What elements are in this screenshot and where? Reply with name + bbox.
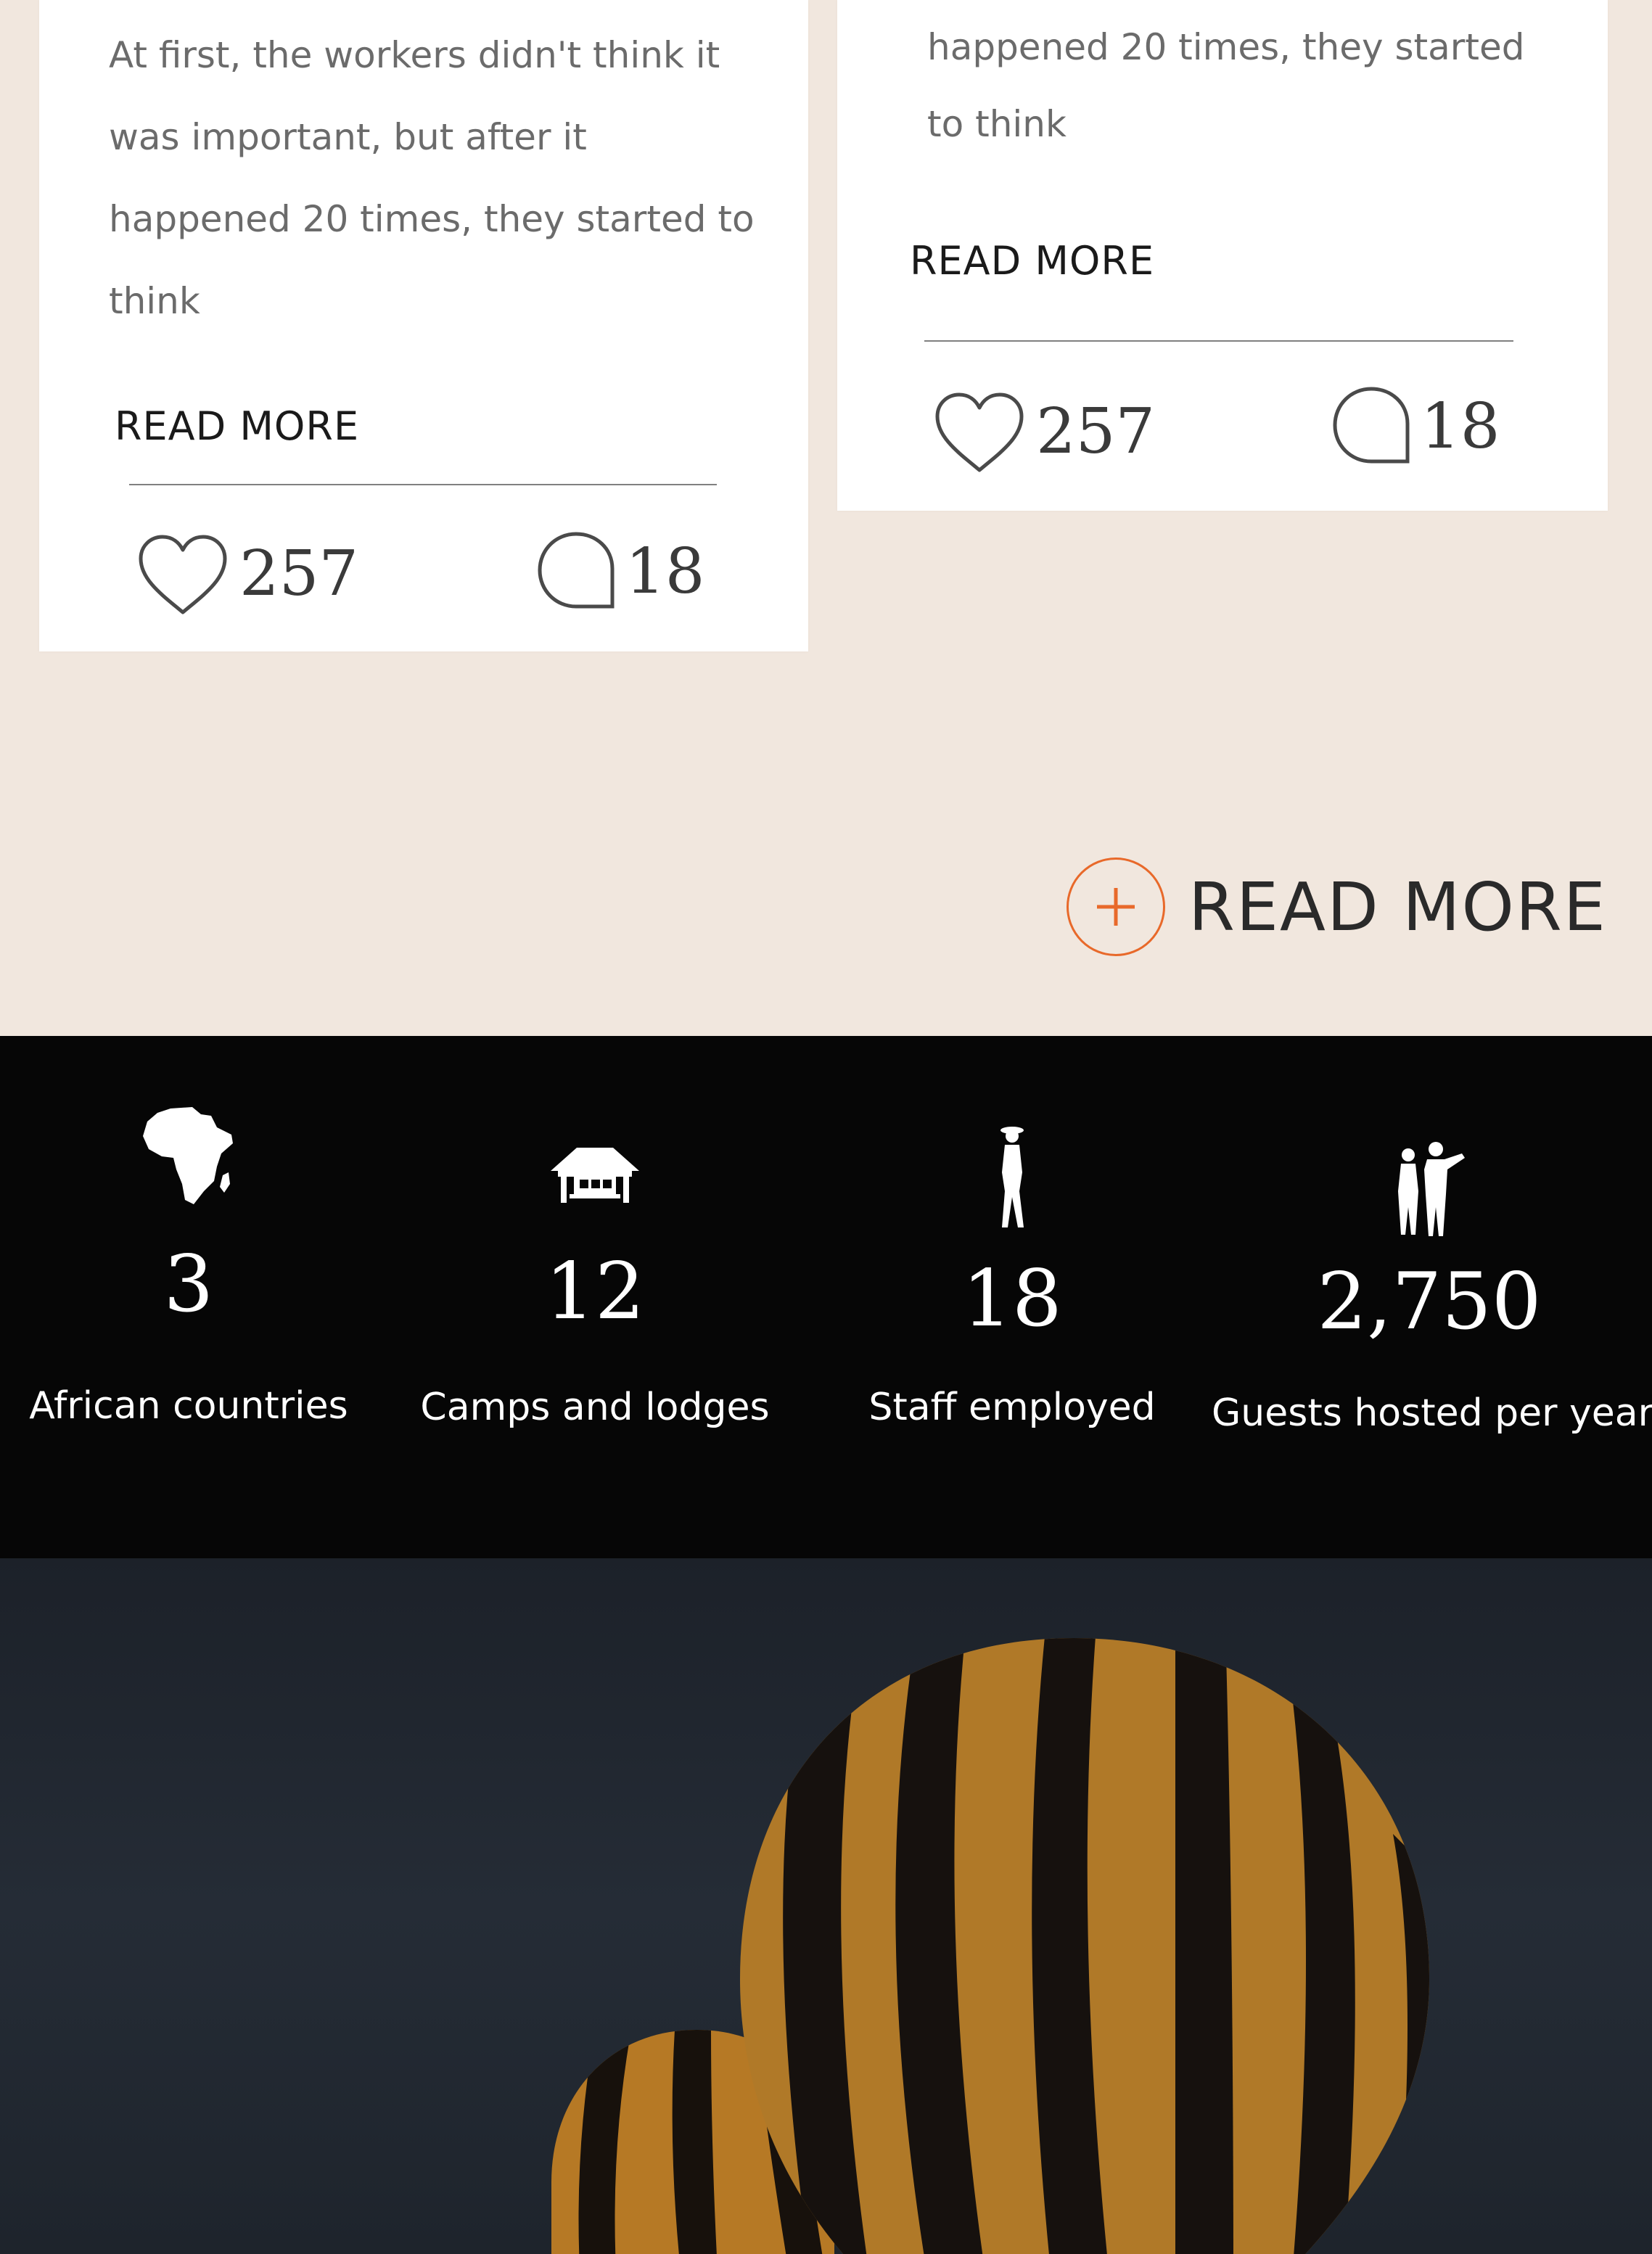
like-count: 257 xyxy=(1036,395,1156,468)
stat-caption: Guests hosted per year xyxy=(1212,1391,1652,1435)
stat-staff: 18 Staff employed xyxy=(842,1036,1183,1558)
stat-caption: Staff employed xyxy=(868,1386,1156,1429)
read-more-button[interactable]: READ MORE xyxy=(1067,857,1607,956)
read-more-link[interactable]: READ MORE xyxy=(910,238,1154,284)
stat-caption: Camps and lodges xyxy=(420,1386,770,1429)
post-excerpt: happened 20 times, they started to think xyxy=(927,26,1525,145)
like-button[interactable]: 257 xyxy=(135,530,358,618)
comment-count: 18 xyxy=(1421,390,1500,463)
lodge-icon xyxy=(406,1145,784,1206)
stat-number: 18 xyxy=(962,1254,1062,1344)
guests-icon xyxy=(1212,1140,1647,1238)
stat-camps: 12 Camps and lodges xyxy=(406,1036,784,1558)
plus-circle-icon xyxy=(1067,857,1165,956)
comment-button[interactable]: 18 xyxy=(1331,384,1500,469)
hot-air-balloons-image xyxy=(0,1558,1652,2254)
post-card: happened 20 times, they started to think… xyxy=(837,0,1608,511)
heart-icon xyxy=(135,530,231,618)
read-more-link[interactable]: READ MORE xyxy=(115,403,359,449)
africa-map-icon xyxy=(15,1106,363,1207)
comment-count: 18 xyxy=(625,535,705,608)
stats-band: 3 African countries 12 Camps and lodges xyxy=(0,1036,1652,1558)
divider xyxy=(924,340,1513,342)
comment-icon xyxy=(535,530,617,614)
divider xyxy=(129,484,717,485)
comment-icon xyxy=(1331,384,1412,469)
stat-guests: 2,750 Guests hosted per year xyxy=(1212,1036,1652,1558)
stat-number: 2,750 xyxy=(1317,1256,1542,1347)
like-count: 257 xyxy=(239,538,359,610)
hero-image xyxy=(0,1558,1652,2254)
ranger-icon xyxy=(842,1122,1183,1230)
stat-number: 12 xyxy=(545,1246,645,1337)
comment-button[interactable]: 18 xyxy=(535,530,704,614)
stat-caption: African countries xyxy=(29,1384,348,1428)
heart-icon xyxy=(932,387,1027,476)
like-button[interactable]: 257 xyxy=(932,387,1155,476)
stat-number: 3 xyxy=(163,1239,214,1330)
post-excerpt: At first, the workers didn't think it wa… xyxy=(109,34,755,322)
stat-countries: 3 African countries xyxy=(15,1036,363,1558)
post-card: At first, the workers didn't think it wa… xyxy=(39,0,808,651)
read-more-label: READ MORE xyxy=(1188,868,1607,946)
